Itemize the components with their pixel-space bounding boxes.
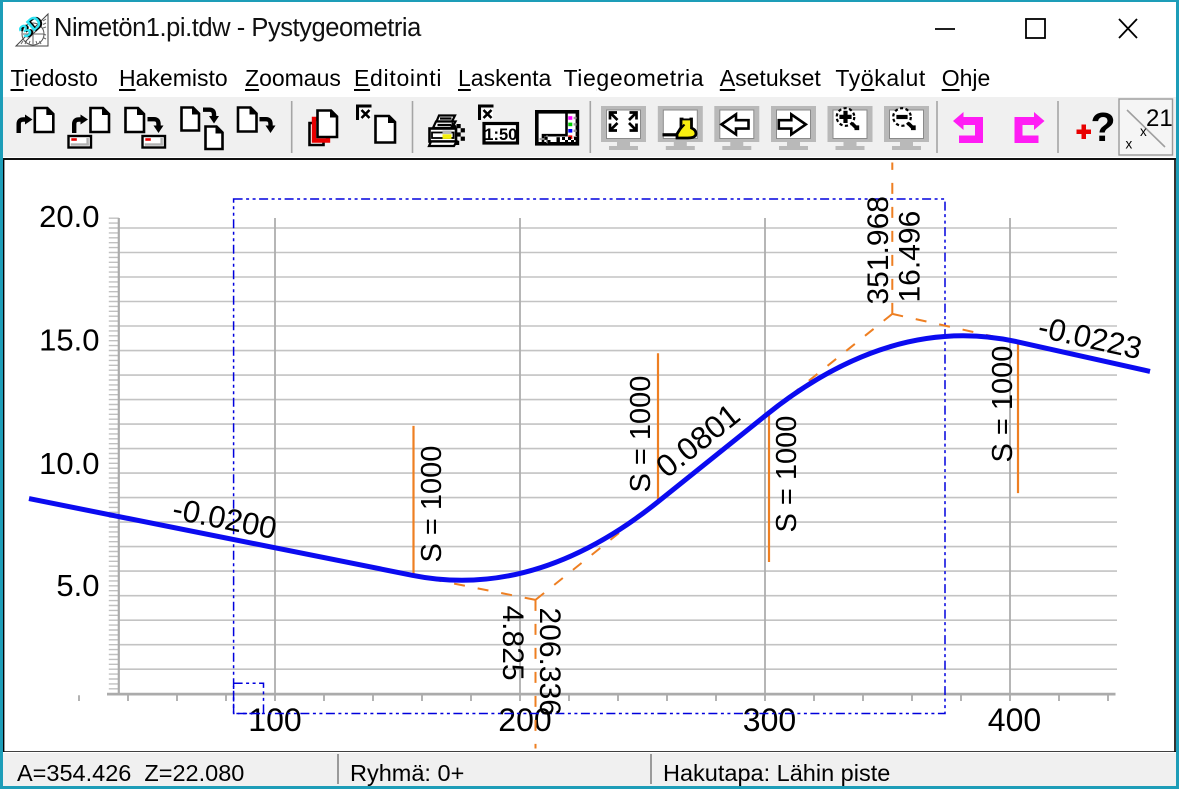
svg-text:4.825: 4.825	[496, 605, 529, 680]
svg-text:S = 1000: S = 1000	[625, 375, 657, 492]
svg-text:16.496: 16.496	[894, 210, 927, 302]
svg-text:x: x	[1126, 137, 1133, 152]
svg-text:15.0: 15.0	[39, 322, 99, 357]
svg-text:300: 300	[743, 702, 796, 738]
svg-text:3D: 3D	[14, 11, 46, 42]
svg-text:400: 400	[988, 702, 1041, 738]
svg-text:?: ?	[1091, 104, 1116, 150]
svg-text:351.968: 351.968	[862, 196, 895, 304]
svg-text:S = 1000: S = 1000	[771, 415, 803, 532]
svg-text:100: 100	[248, 702, 301, 738]
svg-text:1:50: 1:50	[484, 126, 517, 144]
svg-text:21: 21	[1146, 105, 1173, 132]
svg-text:S = 1000: S = 1000	[416, 445, 448, 562]
svg-text:20.0: 20.0	[39, 199, 99, 234]
svg-text:x: x	[1140, 124, 1147, 139]
svg-text:206.336: 206.336	[533, 607, 566, 715]
svg-text:5.0: 5.0	[56, 568, 99, 603]
svg-text:10.0: 10.0	[39, 446, 99, 481]
svg-text:S = 1000: S = 1000	[987, 345, 1019, 462]
